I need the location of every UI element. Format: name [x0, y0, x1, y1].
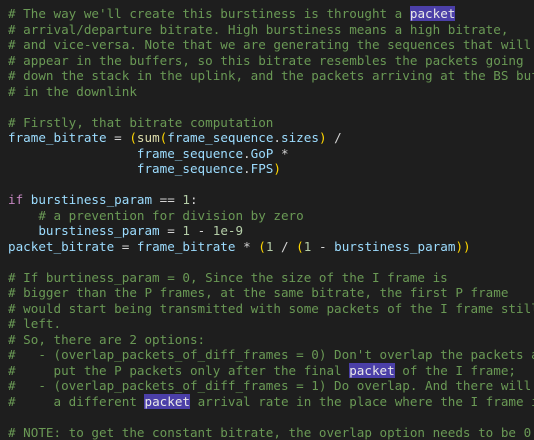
code-token: -: [311, 239, 334, 254]
code-token: GoP: [251, 146, 274, 161]
code-line[interactable]: if burstiness_param == 1:: [8, 192, 534, 208]
code-line[interactable]: # arrival/departure bitrate. High bursti…: [8, 22, 534, 38]
search-match-highlight: packet: [410, 6, 456, 21]
code-token: # If burtiness_param = 0, Since the size…: [8, 270, 448, 285]
code-token: # - (overlap_packets_of_diff_frames = 1)…: [8, 378, 534, 393]
code-token: 1: [182, 223, 190, 238]
search-match-highlight: packet: [144, 394, 190, 409]
code-line[interactable]: # left.: [8, 316, 534, 332]
code-line[interactable]: # put the P packets only after the final…: [8, 363, 534, 379]
code-line[interactable]: # NOTE: to get the constant bitrate, the…: [8, 425, 534, 440]
code-token: FPS: [251, 161, 274, 176]
code-token: =: [160, 223, 183, 238]
code-token: # Firstly, that bitrate computation: [8, 115, 273, 130]
code-token: frame_bitrate: [8, 130, 107, 145]
code-line[interactable]: [8, 99, 534, 115]
code-line[interactable]: packet_bitrate = frame_bitrate * (1 / (1…: [8, 239, 534, 255]
code-token: # bigger than the P frames, at the same …: [8, 285, 508, 300]
code-line[interactable]: # bigger than the P frames, at the same …: [8, 285, 534, 301]
code-token: # So, there are 2 options:: [8, 332, 205, 347]
code-token: frame_sequence: [8, 146, 243, 161]
code-token: arrival rate in the place where the I fr…: [190, 394, 534, 409]
code-token: packet_bitrate: [8, 239, 114, 254]
code-token: .: [243, 161, 251, 176]
code-line[interactable]: # a prevention for division by zero: [8, 208, 534, 224]
code-line[interactable]: # So, there are 2 options:: [8, 332, 534, 348]
code-token: /: [273, 239, 296, 254]
code-token: # put the P packets only after the final: [8, 363, 349, 378]
code-token: # - (overlap_packets_of_diff_frames = 0)…: [8, 347, 534, 362]
code-token: *: [235, 239, 258, 254]
code-token: .: [273, 130, 281, 145]
code-token: ): [273, 161, 281, 176]
code-token: =: [114, 239, 137, 254]
code-line[interactable]: # If burtiness_param = 0, Since the size…: [8, 270, 534, 286]
code-line[interactable]: [8, 409, 534, 425]
code-token: # in the downlink: [8, 84, 137, 99]
code-token: 1: [182, 192, 190, 207]
code-token: frame_sequence: [167, 130, 273, 145]
code-token: (: [129, 130, 137, 145]
code-token: of the I frame;: [395, 363, 516, 378]
code-line[interactable]: # Firstly, that bitrate computation: [8, 115, 534, 131]
code-line[interactable]: frame_sequence.FPS): [8, 161, 534, 177]
code-token: # down the stack in the uplink, and the …: [8, 68, 534, 83]
code-token: frame_sequence: [8, 161, 243, 176]
code-token: (: [258, 239, 266, 254]
code-token: # would start being transmitted with som…: [8, 301, 534, 316]
code-line[interactable]: burstiness_param = 1 - 1e-9: [8, 223, 534, 239]
code-token: 1e-9: [213, 223, 243, 238]
code-line[interactable]: [8, 177, 534, 193]
code-token: (: [296, 239, 304, 254]
code-editor[interactable]: # The way we'll create this burstiness i…: [0, 0, 534, 430]
code-token: # left.: [8, 316, 61, 331]
search-match-highlight: packet: [349, 363, 395, 378]
code-token: .: [243, 146, 251, 161]
code-token: ==: [152, 192, 182, 207]
code-token: burstiness_param: [23, 192, 152, 207]
code-token: *: [273, 146, 288, 161]
code-token: # a different: [8, 394, 144, 409]
code-line[interactable]: frame_sequence.GoP *: [8, 146, 534, 162]
code-token: if: [8, 192, 23, 207]
code-token: -: [190, 223, 213, 238]
code-token: # NOTE: to get the constant bitrate, the…: [8, 425, 534, 440]
code-token: :: [190, 192, 198, 207]
code-token: sizes: [281, 130, 319, 145]
code-line[interactable]: # - (overlap_packets_of_diff_frames = 0)…: [8, 347, 534, 363]
code-line[interactable]: # in the downlink: [8, 84, 534, 100]
code-line[interactable]: # down the stack in the uplink, and the …: [8, 68, 534, 84]
code-token: )): [455, 239, 470, 254]
code-line[interactable]: # - (overlap_packets_of_diff_frames = 1)…: [8, 378, 534, 394]
code-token: # appear in the buffers, so this bitrate…: [8, 53, 524, 68]
code-token: burstiness_param: [334, 239, 455, 254]
code-line[interactable]: # would start being transmitted with som…: [8, 301, 534, 317]
code-line[interactable]: # a different packet arrival rate in the…: [8, 394, 534, 410]
code-token: ): [319, 130, 327, 145]
code-token: # a prevention for division by zero: [8, 208, 304, 223]
code-token: frame_bitrate: [137, 239, 236, 254]
code-line[interactable]: # appear in the buffers, so this bitrate…: [8, 53, 534, 69]
code-token: burstiness_param: [8, 223, 160, 238]
code-token: # arrival/departure bitrate. High bursti…: [8, 22, 508, 37]
code-token: # and vice-versa. Note that we are gener…: [8, 37, 534, 52]
code-line[interactable]: [8, 254, 534, 270]
code-line[interactable]: # The way we'll create this burstiness i…: [8, 6, 534, 22]
code-token: sum: [137, 130, 160, 145]
code-line[interactable]: frame_bitrate = (sum(frame_sequence.size…: [8, 130, 534, 146]
code-line[interactable]: # and vice-versa. Note that we are gener…: [8, 37, 534, 53]
code-token: =: [107, 130, 130, 145]
code-token: # The way we'll create this burstiness i…: [8, 6, 410, 21]
code-token: /: [327, 130, 342, 145]
